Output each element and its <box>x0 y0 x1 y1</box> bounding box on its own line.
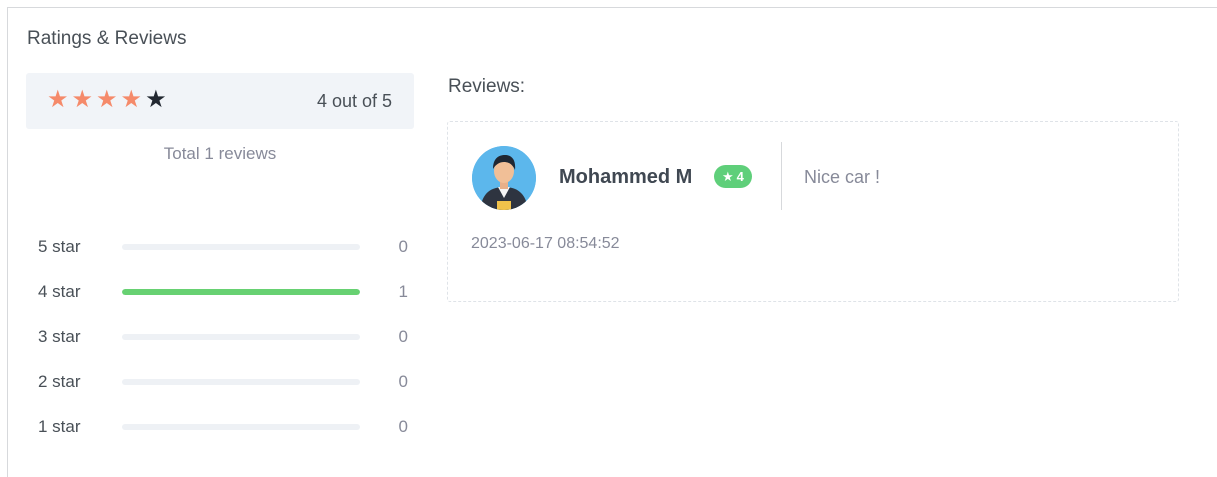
breakdown-row-4: 4 star 1 <box>38 269 408 314</box>
vertical-divider <box>781 142 782 210</box>
star-icon: ★ <box>96 86 118 113</box>
breakdown-label: 3 star <box>38 326 81 346</box>
rating-breakdown: 5 star 0 4 star 1 3 star 0 2 star 0 1 st… <box>38 224 408 449</box>
reviews-heading: Reviews: <box>448 76 526 97</box>
breakdown-label: 5 star <box>38 236 81 256</box>
star-icon: ★ <box>145 86 167 113</box>
review-date: 2023-06-17 08:54:52 <box>471 235 620 252</box>
review-text: Nice car ! <box>804 167 881 187</box>
breakdown-label: 1 star <box>38 416 81 436</box>
total-reviews: Total 1 reviews <box>26 144 414 164</box>
breakdown-count: 0 <box>398 416 408 436</box>
breakdown-row-5: 5 star 0 <box>38 224 408 269</box>
total-prefix: Total <box>163 144 200 163</box>
breakdown-row-3: 3 star 0 <box>38 314 408 359</box>
progress-track <box>122 288 360 295</box>
card-title: Ratings & Reviews <box>27 28 187 49</box>
user-avatar-icon <box>472 146 536 210</box>
star-rating: ★ ★ ★ ★ ★ <box>47 87 167 113</box>
breakdown-count: 0 <box>398 236 408 256</box>
progress-track <box>122 243 360 250</box>
breakdown-row-1: 1 star 0 <box>38 404 408 449</box>
breakdown-count: 1 <box>398 281 408 301</box>
total-count: 1 <box>204 144 214 163</box>
progress-track <box>122 423 360 430</box>
rating-badge: ★ 4 <box>714 165 752 188</box>
breakdown-label: 4 star <box>38 281 81 301</box>
progress-track <box>122 333 360 340</box>
progress-fill <box>122 288 360 295</box>
rating-badge-value: 4 <box>736 169 744 184</box>
total-suffix: reviews <box>218 144 277 163</box>
rating-summary: ★ ★ ★ ★ ★ 4 out of 5 <box>26 73 414 129</box>
star-icon: ★ <box>71 86 94 113</box>
progress-track <box>122 378 360 385</box>
breakdown-count: 0 <box>398 326 408 346</box>
star-icon: ★ <box>47 86 69 113</box>
breakdown-row-2: 2 star 0 <box>38 359 408 404</box>
breakdown-count: 0 <box>398 371 408 391</box>
star-icon: ★ <box>120 86 143 113</box>
rating-summary-text: 4 out of 5 <box>316 91 392 111</box>
star-icon: ★ <box>722 168 734 184</box>
reviewer-name: Mohammed M <box>559 166 693 188</box>
breakdown-label: 2 star <box>38 371 81 391</box>
review-item: Mohammed M ★ 4 Nice car ! 2023-06-17 08:… <box>447 121 1179 302</box>
ratings-reviews-card: Ratings & Reviews ★ ★ ★ ★ ★ 4 out of 5 T… <box>7 7 1217 477</box>
